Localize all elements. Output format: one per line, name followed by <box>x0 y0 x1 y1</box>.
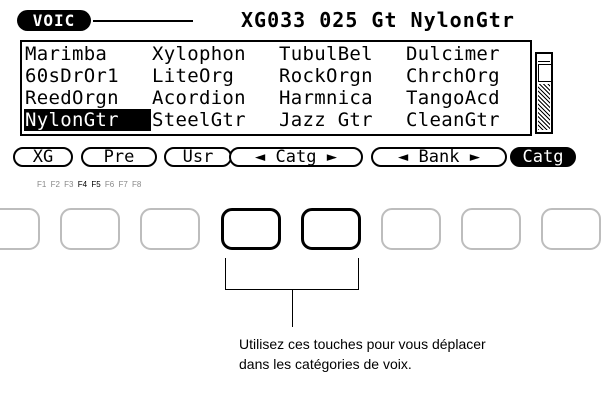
f6-button[interactable] <box>381 208 441 250</box>
softkey-pre[interactable]: Pre <box>81 147 157 167</box>
f3-button[interactable] <box>140 208 200 250</box>
softkey-usr[interactable]: Usr <box>164 147 232 167</box>
f-label: F3 <box>64 180 74 189</box>
scroll-up-arrow-icon[interactable] <box>538 55 550 62</box>
f2-button[interactable] <box>60 208 120 250</box>
callout-text: Utilisez ces touches pour vous déplacer … <box>239 336 486 372</box>
f-label: F6 <box>104 180 115 189</box>
voice-item[interactable]: 60sDrOr1 <box>24 65 151 87</box>
voice-item[interactable]: Dulcimer <box>405 43 532 65</box>
voice-title: XG033 025 Gt NylonGtr <box>241 8 515 32</box>
f1-button[interactable] <box>0 208 40 250</box>
voice-grid: Marimba Xylophon TubulBel Dulcimer 60sDr… <box>24 43 532 131</box>
voice-row: Marimba Xylophon TubulBel Dulcimer <box>24 43 532 65</box>
voice-item[interactable]: Acordion <box>151 87 278 109</box>
softkey-catg[interactable]: Catg <box>510 147 576 167</box>
f8-button[interactable] <box>541 208 601 250</box>
softkey-bank-nav[interactable]: ◄ Bank ► <box>371 147 507 167</box>
voice-item[interactable]: Marimba <box>24 43 151 65</box>
voice-item[interactable]: RockOrgn <box>278 65 405 87</box>
softkey-xg[interactable]: XG <box>13 147 73 167</box>
f-label: F7 <box>118 180 128 189</box>
lcd-display: VOIC XG033 025 Gt NylonGtr Marimba Xylop… <box>13 4 594 168</box>
voice-item[interactable]: Harmnica <box>278 87 405 109</box>
f-label: F1 <box>37 180 47 189</box>
voice-item[interactable]: Jazz Gtr <box>278 109 405 131</box>
voice-item-selected[interactable]: NylonGtr <box>24 109 151 131</box>
f5-button[interactable] <box>301 208 361 250</box>
softkey-catg-nav[interactable]: ◄ Catg ► <box>229 147 363 167</box>
voice-item[interactable]: CleanGtr <box>405 109 532 131</box>
f4-button[interactable] <box>221 208 281 250</box>
header-divider <box>93 20 193 22</box>
scroll-track[interactable] <box>538 84 550 130</box>
voice-scrollbar[interactable] <box>535 52 553 134</box>
voice-item[interactable]: Xylophon <box>151 43 278 65</box>
voice-item[interactable]: TangoAcd <box>405 87 532 109</box>
voice-item[interactable]: SteelGtr <box>151 109 278 131</box>
f-label-highlighted: F4 <box>77 180 88 189</box>
mode-label: VOIC <box>17 10 91 31</box>
voice-row: 60sDrOr1 LiteOrg RockOrgn ChrchOrg <box>24 65 532 87</box>
f7-button[interactable] <box>461 208 521 250</box>
f-label-highlighted: F5 <box>91 180 101 189</box>
scroll-thumb[interactable] <box>538 64 552 82</box>
voice-item[interactable]: ReedOrgn <box>24 87 151 109</box>
voice-row: NylonGtr SteelGtr Jazz Gtr CleanGtr <box>24 109 532 131</box>
softkey-bar: XG Pre Usr ◄ Catg ► ◄ Bank ► Catg <box>13 147 594 169</box>
function-key-labels: F1 F2 F3 F4 F5 F6 F7 F8 <box>37 180 143 189</box>
f-label: F8 <box>132 180 142 189</box>
lcd-header: VOIC XG033 025 Gt NylonGtr <box>13 4 592 38</box>
voice-item[interactable]: LiteOrg <box>151 65 278 87</box>
voice-item[interactable]: TubulBel <box>278 43 405 65</box>
voice-item[interactable]: ChrchOrg <box>405 65 532 87</box>
callout-pointer <box>292 289 293 327</box>
voice-list: Marimba Xylophon TubulBel Dulcimer 60sDr… <box>20 40 532 136</box>
callout-bracket <box>225 258 359 290</box>
f-label: F2 <box>50 180 60 189</box>
voice-row: ReedOrgn Acordion Harmnica TangoAcd <box>24 87 532 109</box>
